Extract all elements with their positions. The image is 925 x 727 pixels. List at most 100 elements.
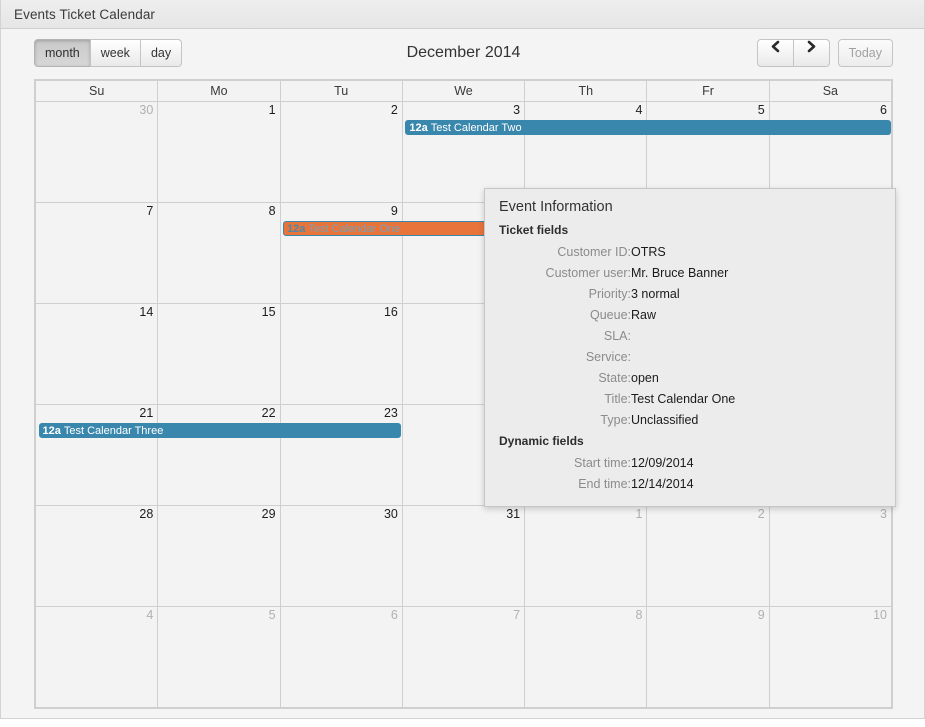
day-number: 2 (647, 506, 768, 522)
calendar-day-cell[interactable]: 6 (280, 607, 402, 708)
popup-field-row: SLA: (499, 325, 881, 346)
view-button-day[interactable]: day (140, 39, 182, 67)
event-time: 12a (409, 122, 427, 134)
event-title: Test Calendar Three (64, 425, 163, 437)
next-month-button[interactable] (793, 39, 830, 67)
calendar-day-cell[interactable]: 16 (280, 304, 402, 405)
day-header-row: SuMoTuWeThFrSa (36, 81, 892, 102)
calendar-title: December 2014 (407, 39, 521, 67)
day-header-sa: Sa (769, 81, 891, 102)
popup-field-row: Customer user:Mr. Bruce Banner (499, 262, 881, 283)
calendar-day-cell[interactable]: 10 (769, 607, 891, 708)
popup-field-value: OTRS (631, 241, 881, 262)
event-information-popup: Event Information Ticket fields Customer … (484, 188, 896, 507)
calendar-day-cell[interactable]: 31 (402, 506, 524, 607)
popup-field-value: open (631, 367, 881, 388)
calendar-application: Events Ticket Calendar monthweekday Dece… (0, 0, 925, 727)
popup-field-label: Service: (499, 346, 631, 367)
day-number: 30 (281, 506, 402, 522)
day-number: 7 (403, 607, 524, 623)
calendar-day-cell[interactable]: 29 (158, 506, 280, 607)
calendar-day-cell[interactable]: 2 (280, 102, 402, 203)
chevron-right-icon (806, 40, 817, 53)
popup-field-row: Type:Unclassified (499, 409, 881, 430)
calendar-day-cell[interactable]: 28 (36, 506, 158, 607)
today-group: Today (838, 39, 893, 67)
calendar-day-cell[interactable]: 4 (36, 607, 158, 708)
day-number: 5 (647, 102, 768, 118)
calendar-toolbar: monthweekday December 2014 (34, 39, 893, 71)
calendar-week-row: 45678910 (36, 607, 892, 708)
view-button-week[interactable]: week (90, 39, 141, 67)
popup-field-label: State: (499, 367, 631, 388)
calendar-day-cell[interactable]: 5 (158, 607, 280, 708)
day-number: 30 (36, 102, 157, 118)
day-number: 9 (281, 203, 402, 219)
popup-section-heading: Ticket fields (499, 223, 881, 237)
event-time: 12a (43, 425, 61, 437)
popup-field-row: Service: (499, 346, 881, 367)
calendar-day-cell[interactable]: 8 (525, 607, 647, 708)
day-number: 3 (403, 102, 524, 118)
day-number: 29 (158, 506, 279, 522)
day-number: 14 (36, 304, 157, 320)
calendar-day-cell[interactable]: 22 (158, 405, 280, 506)
popup-field-label: Start time: (499, 452, 631, 473)
calendar-day-cell[interactable]: 23 (280, 405, 402, 506)
calendar-day-cell[interactable]: 9 (647, 607, 769, 708)
calendar-day-cell[interactable]: 1 (158, 102, 280, 203)
day-number: 6 (770, 102, 891, 118)
calendar-day-cell[interactable]: 9 (280, 203, 402, 304)
calendar-day-cell[interactable]: 14 (36, 304, 158, 405)
calendar-day-cell[interactable]: 2 (647, 506, 769, 607)
popup-field-row: Customer ID:OTRS (499, 241, 881, 262)
popup-field-table: Customer ID:OTRSCustomer user:Mr. Bruce … (499, 241, 881, 430)
day-number: 1 (158, 102, 279, 118)
day-header-tu: Tu (280, 81, 402, 102)
page-title: Events Ticket Calendar (14, 7, 155, 22)
day-header-th: Th (525, 81, 647, 102)
popup-title: Event Information (499, 199, 881, 215)
popup-field-row: End time:12/14/2014 (499, 473, 881, 494)
day-number: 4 (36, 607, 157, 623)
day-number: 22 (158, 405, 279, 421)
popup-field-row: Priority:3 normal (499, 283, 881, 304)
popup-field-label: Customer ID: (499, 241, 631, 262)
day-number: 23 (281, 405, 402, 421)
calendar-day-cell[interactable]: 21 (36, 405, 158, 506)
day-number: 3 (770, 506, 891, 522)
calendar-day-cell[interactable]: 15 (158, 304, 280, 405)
event-title: Test Calendar One (308, 223, 400, 235)
view-button-month[interactable]: month (34, 39, 91, 67)
day-header-mo: Mo (158, 81, 280, 102)
calendar-day-cell[interactable]: 30 (36, 102, 158, 203)
popup-field-label: Priority: (499, 283, 631, 304)
popup-field-value (631, 325, 881, 346)
day-header-su: Su (36, 81, 158, 102)
popup-field-label: End time: (499, 473, 631, 494)
calendar-day-cell[interactable]: 7 (402, 607, 524, 708)
view-switcher: monthweekday (34, 39, 182, 67)
popup-field-table: Start time:12/09/2014End time:12/14/2014 (499, 452, 881, 494)
popup-field-value: Raw (631, 304, 881, 325)
day-number: 1 (525, 506, 646, 522)
popup-field-value: 3 normal (631, 283, 881, 304)
calendar-event-test-calendar-two[interactable]: 12aTest Calendar Two (405, 120, 890, 135)
calendar-day-cell[interactable]: 3 (769, 506, 891, 607)
popup-field-row: Queue:Raw (499, 304, 881, 325)
calendar-widget: Events Ticket Calendar monthweekday Dece… (0, 0, 925, 719)
calendar-event-test-calendar-three[interactable]: 12aTest Calendar Three (39, 423, 402, 438)
calendar-day-cell[interactable]: 30 (280, 506, 402, 607)
day-number: 8 (525, 607, 646, 623)
popup-field-row: State:open (499, 367, 881, 388)
chevron-left-icon (770, 40, 781, 53)
calendar-day-cell[interactable]: 7 (36, 203, 158, 304)
today-button[interactable]: Today (838, 39, 893, 67)
view-button-group: monthweekday (34, 39, 182, 67)
popup-field-value (631, 346, 881, 367)
calendar-day-cell[interactable]: 1 (525, 506, 647, 607)
day-number: 5 (158, 607, 279, 623)
calendar-day-cell[interactable]: 8 (158, 203, 280, 304)
prev-month-button[interactable] (757, 39, 794, 67)
day-number: 7 (36, 203, 157, 219)
